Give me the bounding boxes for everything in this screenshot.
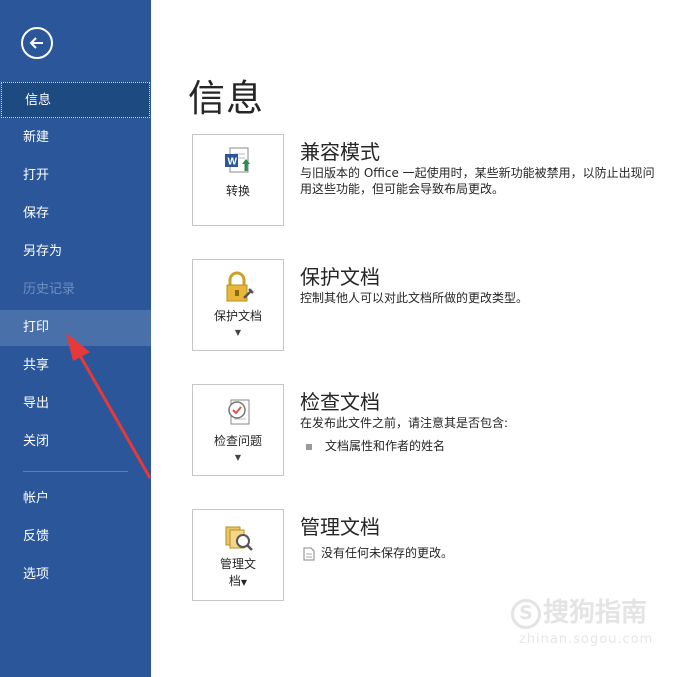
page-title: 信息 [188,77,264,120]
protect-document-label: 保护文档 [213,309,262,323]
check-issues-label: 检查问题 [213,434,262,448]
convert-button[interactable]: W 转换 [192,134,284,226]
compat-mode-desc-2: 用这些功能，但可能会导致布局更改。 [300,182,505,196]
sidebar-item-options[interactable]: 选项 [0,557,151,593]
chevron-down-icon: ▼ [234,328,242,337]
inspect-bullet-item: 文档属性和作者的姓名 [306,437,445,454]
manage-document-desc-text: 没有任何未保存的更改。 [321,546,454,560]
inspect-document-desc: 在发布此文件之前，请注意其是否包含: [300,416,509,430]
compat-mode-desc-1: 与旧版本的 Office 一起使用时，某些新功能被禁用，以防止出现问 [300,166,655,180]
inspect-bullet-text: 文档属性和作者的姓名 [325,439,446,453]
document-icon [303,547,315,560]
protect-document-button[interactable]: 保护文档 ▼ [192,259,284,351]
manage-document-label-1: 管理文 [219,557,256,571]
sidebar-item-new[interactable]: 新建 [0,120,151,156]
compat-mode-title: 兼容模式 [300,140,380,164]
word-convert-icon: W [225,147,250,173]
manage-document-label-2: 档▼ [228,574,248,588]
backstage-sidebar: 信息 新建 打开 保存 另存为 历史记录 打印 共享 导出 关闭 帐户 反馈 选… [0,0,151,677]
sidebar-item-close[interactable]: 关闭 [0,424,151,460]
manage-document-icon [225,526,253,551]
svg-text:W: W [228,157,238,168]
sogou-logo-icon: S [511,598,541,629]
manage-document-title: 管理文档 [300,515,380,539]
back-arrow-icon[interactable] [21,27,53,59]
sidebar-item-open[interactable]: 打开 [0,158,151,194]
sidebar-item-history: 历史记录 [23,282,76,297]
sidebar-item-account[interactable]: 帐户 [0,481,151,517]
sidebar-divider [23,471,128,472]
sidebar-item-info[interactable]: 信息 [1,82,150,118]
manage-document-button[interactable]: 管理文 档▼ [192,509,284,601]
lock-icon [226,271,254,302]
inspect-document-title: 检查文档 [300,390,380,414]
chevron-down-icon: ▼ [234,453,242,462]
sidebar-item-save-as[interactable]: 另存为 [0,234,151,270]
sogou-watermark: S 搜狗指南 [511,592,647,629]
watermark-text: 搜狗指南 [543,598,648,628]
sidebar-item-feedback[interactable]: 反馈 [0,519,151,555]
sidebar-item-export[interactable]: 导出 [0,386,151,422]
protect-document-desc: 控制其他人可以对此文档所做的更改类型。 [300,291,529,305]
protect-document-title: 保护文档 [300,265,380,289]
watermark-url: zhinan.sogou.com [519,632,654,647]
convert-label: 转换 [225,184,250,198]
bullet-square-icon [306,443,312,450]
sidebar-item-share[interactable]: 共享 [0,348,151,384]
info-panel: 信息 W 转换 兼容模式 与旧版本的 Office 一起使用时，某些新功能被禁用… [151,0,692,677]
check-issues-button[interactable]: 检查问题 ▼ [192,384,284,476]
sidebar-item-save[interactable]: 保存 [0,196,151,232]
manage-document-desc: 没有任何未保存的更改。 [303,544,453,561]
inspect-document-icon [228,399,250,425]
sidebar-item-print[interactable]: 打印 [0,310,151,346]
